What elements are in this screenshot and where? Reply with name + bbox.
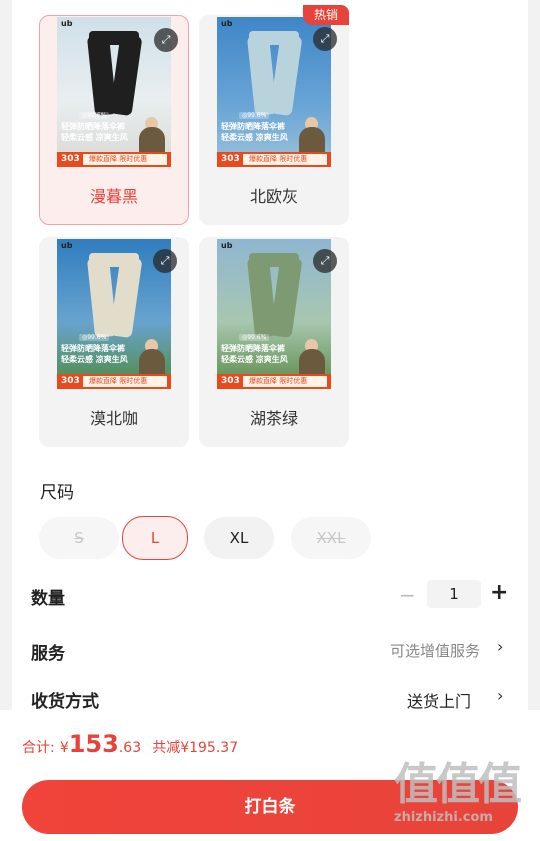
promo-line-1: 轻弹防晒降落伞裤 xyxy=(61,122,125,131)
promo-line-1: 轻弹防晒降落伞裤 xyxy=(221,344,285,353)
promo-price: 303 xyxy=(221,376,240,386)
service-value[interactable]: 可选增值服务 xyxy=(390,640,480,661)
brand-logo: ub xyxy=(221,241,233,250)
size-option-l[interactable]: L xyxy=(122,516,188,560)
delivery-chevron-icon[interactable]: › xyxy=(497,686,503,705)
promo-strip: 303 爆款直降 限时优惠 xyxy=(217,374,331,389)
quantity-label: 数量 xyxy=(31,589,65,609)
hot-sale-badge: 热销 xyxy=(303,5,349,25)
price-integer: 153 xyxy=(68,730,119,758)
quantity-minus-button[interactable]: − xyxy=(399,583,416,607)
service-chevron-icon[interactable]: › xyxy=(497,637,503,656)
promo-line-2: 轻柔云感 凉爽生风 xyxy=(61,133,128,142)
promo-line-2: 轻柔云感 凉爽生风 xyxy=(61,355,128,364)
promo-line-2: 轻柔云感 凉爽生风 xyxy=(221,133,288,142)
photo-badge: ◎99.6% xyxy=(239,112,270,119)
quantity-plus-button[interactable]: + xyxy=(490,580,508,605)
model-figure xyxy=(139,349,165,377)
service-label: 服务 xyxy=(31,644,65,664)
photo-badge: ◎99.6% xyxy=(239,334,270,341)
currency-symbol: ¥ xyxy=(59,740,69,756)
watermark-logo: 值值值 xyxy=(394,759,522,810)
watermark: 值值值 zhizhizhi.com xyxy=(394,759,522,826)
quantity-input[interactable]: 1 xyxy=(427,580,481,608)
discount-text: 共减¥195.37 xyxy=(152,740,239,756)
variant-card-khaki[interactable]: ub ◎99.6% 轻弹防晒降落伞裤 轻柔云感 凉爽生风 303 爆款直降 限时… xyxy=(39,237,189,447)
size-option-xl[interactable]: XL xyxy=(204,517,274,559)
promo-strip: 303 爆款直降 限时优惠 xyxy=(57,152,171,167)
total-price: 合计: ¥153.63 共减¥195.37 xyxy=(22,730,238,758)
variant-card-black[interactable]: ub ◎99.6% 轻弹防晒降落伞裤 轻柔云感 凉爽生风 303 爆款直降 限时… xyxy=(39,15,189,225)
model-figure xyxy=(299,349,325,377)
promo-price: 303 xyxy=(61,376,80,386)
variant-label: 湖茶绿 xyxy=(249,409,298,428)
size-section-title: 尺码 xyxy=(40,483,74,503)
brand-logo: ub xyxy=(221,19,233,28)
brand-logo: ub xyxy=(61,241,73,250)
variant-card-green[interactable]: ub ◎99.6% 轻弹防晒降落伞裤 轻柔云感 凉爽生风 303 爆款直降 限时… xyxy=(199,237,349,447)
promo-deal: 爆款直降 限时优惠 xyxy=(243,154,327,165)
model-figure xyxy=(139,127,165,155)
promo-price: 303 xyxy=(61,154,80,164)
expand-icon[interactable]: ⤢ xyxy=(154,28,178,52)
promo-strip: 303 爆款直降 限时优惠 xyxy=(217,152,331,167)
size-option-s[interactable]: S xyxy=(39,517,119,559)
total-label: 合计: xyxy=(22,740,55,756)
photo-badge: ◎99.6% xyxy=(79,112,110,119)
brand-logo: ub xyxy=(61,19,73,28)
size-option-xxl[interactable]: XXL xyxy=(291,517,371,559)
expand-icon[interactable]: ⤢ xyxy=(313,27,337,51)
promo-line-2: 轻柔云感 凉爽生风 xyxy=(221,355,288,364)
promo-strip: 303 爆款直降 限时优惠 xyxy=(57,374,171,389)
variant-label: 漫暮黑 xyxy=(89,187,138,206)
variant-label: 漠北咖 xyxy=(89,409,138,428)
photo-badge: ◎99.6% xyxy=(79,334,110,341)
delivery-label: 收货方式 xyxy=(31,692,99,712)
watermark-url: zhizhizhi.com xyxy=(394,810,493,825)
promo-deal: 爆款直降 限时优惠 xyxy=(83,154,167,165)
promo-deal: 爆款直降 限时优惠 xyxy=(243,376,327,387)
promo-line-1: 轻弹防晒降落伞裤 xyxy=(61,344,125,353)
expand-icon[interactable]: ⤢ xyxy=(313,249,337,273)
promo-deal: 爆款直降 限时优惠 xyxy=(83,376,167,387)
delivery-value[interactable]: 送货上门 xyxy=(407,688,471,712)
price-decimal: .63 xyxy=(118,740,142,756)
promo-line-1: 轻弹防晒降落伞裤 xyxy=(221,122,285,131)
expand-icon[interactable]: ⤢ xyxy=(153,249,177,273)
promo-price: 303 xyxy=(221,154,240,164)
variant-label: 北欧灰 xyxy=(249,187,298,206)
variant-card-grey[interactable]: ub ◎99.6% 轻弹防晒降落伞裤 轻柔云感 凉爽生风 303 爆款直降 限时… xyxy=(199,5,349,225)
model-figure xyxy=(299,127,325,155)
